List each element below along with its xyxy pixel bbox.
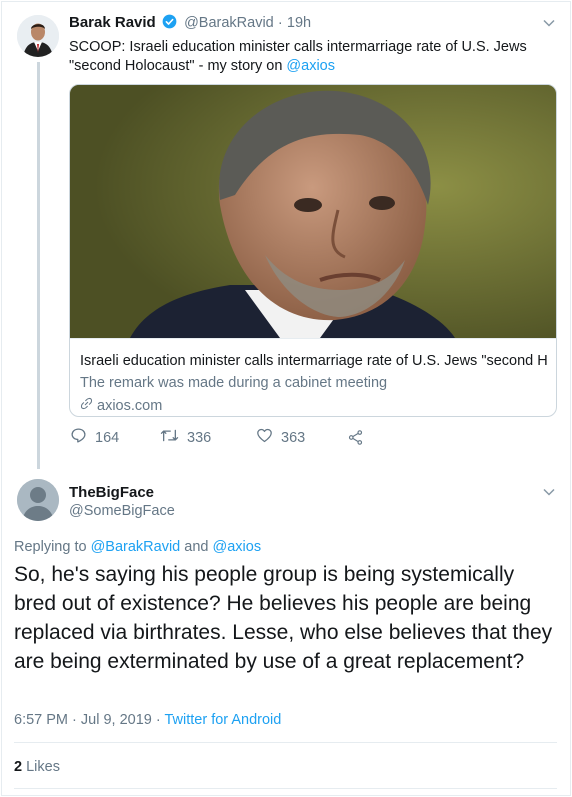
author-name[interactable]: Barak Ravid: [69, 14, 156, 31]
likes-stat[interactable]: 2 Likes: [14, 759, 60, 775]
link-preview-card[interactable]: Israeli education minister calls interma…: [69, 84, 557, 417]
link-icon: [80, 397, 93, 414]
tweet-source-link[interactable]: Twitter for Android: [164, 712, 281, 728]
divider: [14, 788, 557, 789]
retweet-count: 336: [187, 429, 212, 446]
likes-count: 2: [14, 759, 23, 775]
replying-and: and: [180, 539, 213, 555]
share-action[interactable]: [347, 429, 364, 450]
replying-user-link[interactable]: @BarakRavid: [91, 539, 181, 555]
card-title[interactable]: Israeli education minister calls interma…: [80, 353, 548, 369]
avatar-thebigface[interactable]: [17, 479, 59, 521]
tweet-meta: 6:57 PM · Jul 9, 2019 · Twitter for Andr…: [14, 712, 281, 728]
chevron-down-icon[interactable]: [542, 485, 556, 504]
reply-icon: [70, 427, 87, 448]
like-action[interactable]: 363: [256, 427, 305, 448]
replying-to: Replying to @BarakRavid and @axios: [14, 539, 261, 555]
thread-line: [37, 62, 40, 469]
replying-user-link[interactable]: @axios: [213, 539, 262, 555]
share-icon: [347, 429, 364, 450]
parent-tweet-header: Barak Ravid @BarakRavid · 19h: [69, 14, 311, 33]
card-domain: axios.com: [97, 397, 163, 414]
tweet-date[interactable]: Jul 9, 2019: [81, 712, 152, 728]
reply-author-name[interactable]: TheBigFace: [69, 484, 154, 501]
likes-label: Likes: [26, 759, 60, 775]
retweet-action[interactable]: 336: [160, 427, 211, 448]
divider: [14, 742, 557, 743]
like-icon: [256, 427, 273, 448]
replying-prefix: Replying to: [14, 539, 91, 555]
reply-count: 164: [95, 429, 120, 446]
tweet-actions: 164 336 363: [70, 427, 390, 447]
article-image: [70, 85, 556, 338]
avatar-barak-ravid[interactable]: [17, 15, 59, 57]
reply-tweet-text: So, he's saying his people group is bein…: [14, 563, 553, 673]
reply-author-handle[interactable]: @SomeBigFace: [69, 503, 175, 519]
tweet-time[interactable]: 19h: [287, 15, 311, 31]
verified-badge-icon: [162, 14, 177, 33]
dot-separator: ·: [277, 15, 283, 31]
parent-tweet-text: SCOOP: Israeli education minister calls …: [69, 38, 549, 76]
meta-separator: ·: [151, 712, 165, 728]
tweet-timestamp[interactable]: 6:57 PM: [14, 712, 68, 728]
author-handle[interactable]: @BarakRavid: [184, 15, 274, 31]
mention-axios-link[interactable]: @axios: [286, 58, 335, 74]
chevron-down-icon[interactable]: [542, 16, 556, 35]
card-body: Israeli education minister calls interma…: [70, 338, 556, 416]
meta-separator: ·: [68, 712, 81, 728]
card-domain-row: axios.com: [80, 397, 162, 414]
card-description: The remark was made during a cabinet mee…: [80, 375, 388, 391]
retweet-icon: [160, 427, 179, 448]
reply-action[interactable]: 164: [70, 427, 119, 448]
like-count: 363: [281, 429, 306, 446]
